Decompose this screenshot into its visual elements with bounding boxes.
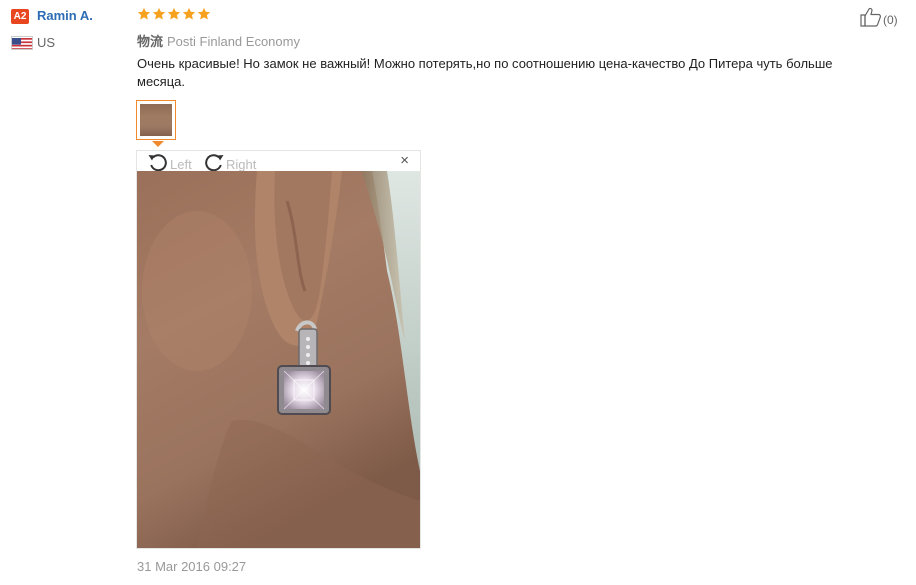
buyer-level-badge: A2	[11, 9, 29, 24]
review-text: Очень красивые! Но замок не важный! Можн…	[137, 56, 833, 89]
review-date: 31 Mar 2016 09:27	[137, 559, 247, 574]
star-icon	[137, 7, 151, 20]
helpful-button[interactable]: (0)	[860, 7, 898, 32]
close-viewer-button[interactable]: ×	[400, 153, 409, 169]
shipping-method: Posti Finland Economy	[167, 34, 300, 49]
rotate-left-label: Left	[170, 157, 192, 172]
reviewer-country: US	[37, 35, 56, 50]
star-rating	[137, 7, 211, 21]
rotate-right-label: Right	[226, 157, 257, 172]
reviewer-name[interactable]: Ramin A.	[37, 8, 93, 23]
shipping-label: 物流	[137, 34, 164, 49]
thumbs-up-icon	[860, 7, 882, 32]
review-photo-thumbnail[interactable]	[136, 100, 176, 140]
review-photo	[137, 171, 420, 548]
star-icon	[197, 7, 211, 20]
thumbnail-pointer	[152, 141, 164, 147]
shipping-info: 物流 Posti Finland Economy	[137, 31, 300, 50]
photo-viewer-toolbar: Left Right ×	[137, 151, 420, 172]
helpful-count: (0)	[883, 12, 898, 27]
star-icon	[152, 7, 166, 20]
us-flag-icon	[11, 36, 33, 50]
star-icon	[182, 7, 196, 20]
photo-viewer: Left Right ×	[136, 150, 421, 549]
star-icon	[167, 7, 181, 20]
